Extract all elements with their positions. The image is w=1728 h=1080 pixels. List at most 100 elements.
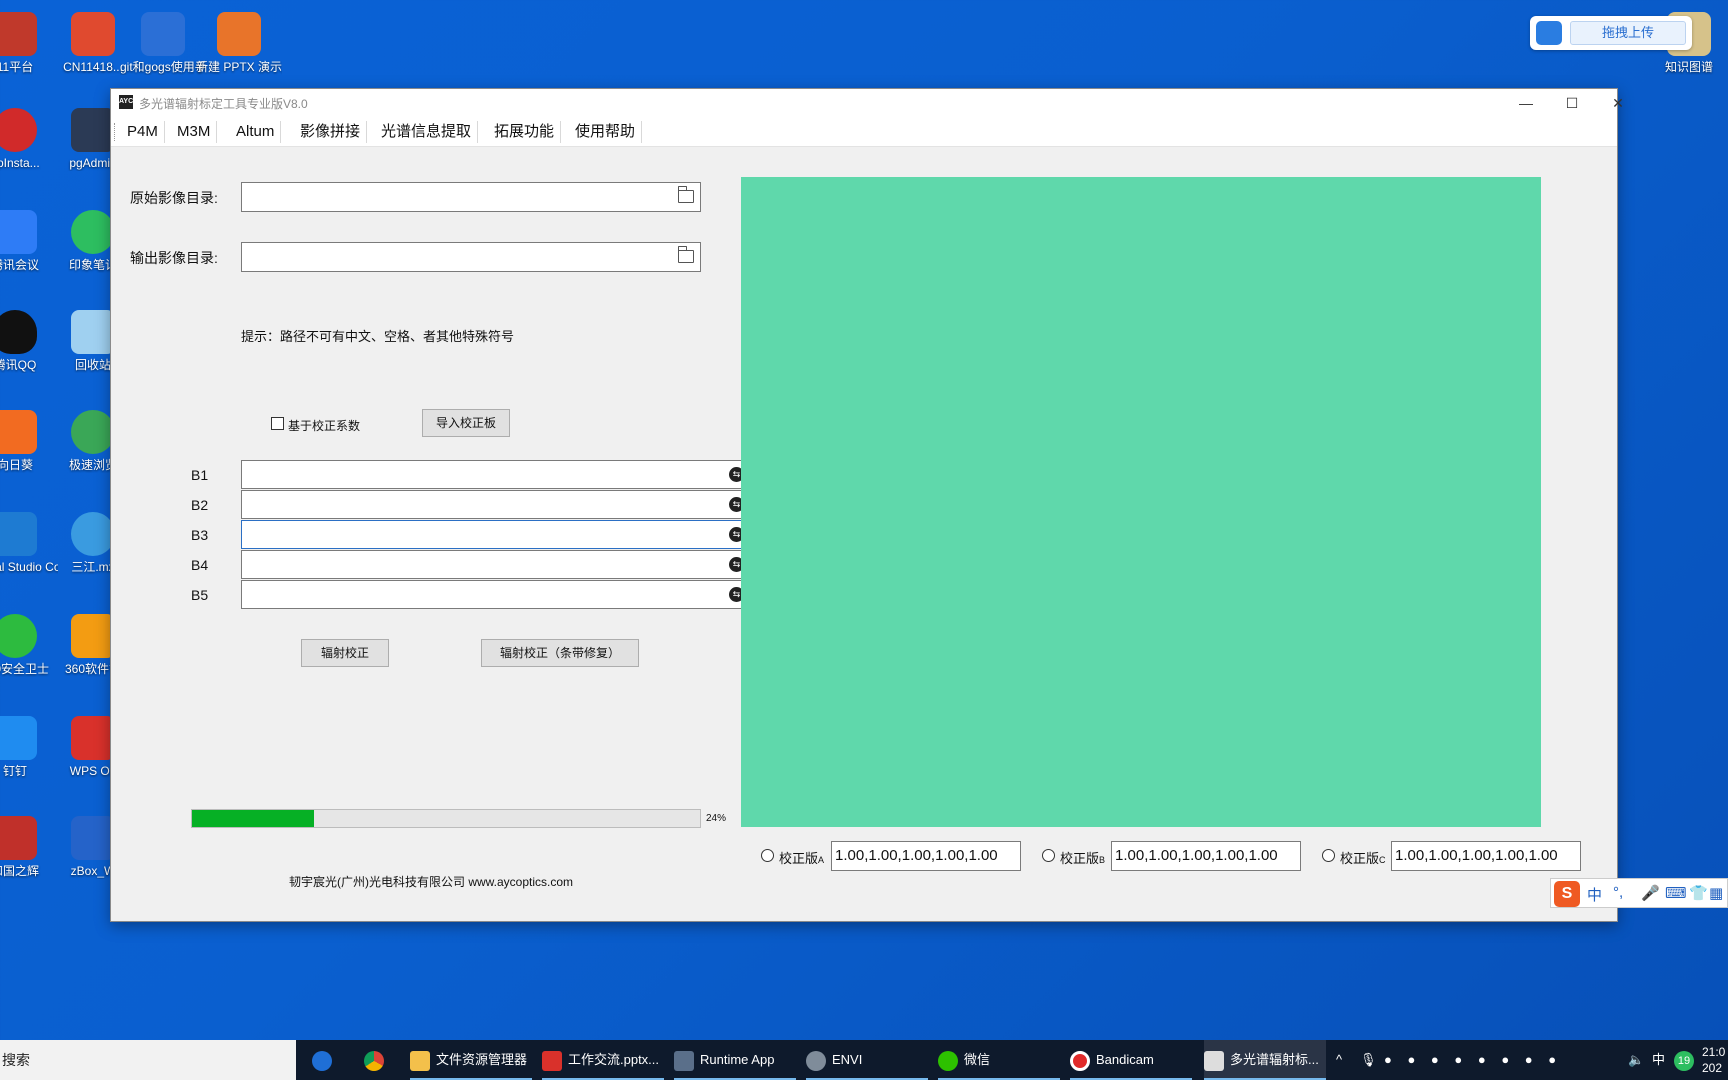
- wechat-icon: [938, 1050, 958, 1071]
- output-dir-field[interactable]: [241, 242, 701, 272]
- tray-speaker-icon[interactable]: 🔈: [1628, 1040, 1644, 1080]
- menu-extensions[interactable]: 拓展功能: [488, 121, 562, 143]
- pdf-icon: [71, 12, 115, 56]
- band-input-b3[interactable]: ⇆: [241, 520, 751, 549]
- taskbar-ie[interactable]: [312, 1040, 338, 1080]
- radiometric-calibrate-strip-button[interactable]: 辐射校正（条带修复）: [481, 639, 639, 667]
- magnifier-icon: [71, 512, 115, 556]
- band-input-b1[interactable]: ⇆: [241, 460, 751, 489]
- taskbar-runtime-app[interactable]: Runtime App: [674, 1040, 796, 1080]
- desktop-icon-git-docx[interactable]: git和gogs使用手册.docx: [120, 12, 206, 75]
- ime-mode-toggle[interactable]: 中: [1587, 884, 1602, 905]
- taskbar-envi[interactable]: ENVI: [806, 1040, 928, 1080]
- keyboard-icon[interactable]: ⌨: [1665, 884, 1687, 902]
- use-coefficient-checkbox[interactable]: [271, 417, 284, 430]
- taskbar-item-label: 文件资源管理器: [436, 1052, 528, 1067]
- calibration-tool-window: AYC 多光谱辐射标定工具专业版V8.0 — ☐ ✕ P4M M3M Altum…: [110, 88, 1624, 922]
- band-input-b2[interactable]: ⇆: [241, 490, 751, 519]
- taskbar-chrome[interactable]: [364, 1040, 390, 1080]
- calibration-board-a-radio[interactable]: [761, 849, 774, 862]
- calibration-board-b-radio[interactable]: [1042, 849, 1055, 862]
- zbox-icon: [71, 816, 115, 860]
- app-logo-icon: AYC: [119, 95, 133, 109]
- envi-icon: [806, 1050, 826, 1071]
- game-icon: [0, 816, 37, 860]
- sogou-ime-icon[interactable]: S: [1554, 881, 1580, 907]
- dingtalk-icon: [0, 716, 37, 760]
- calibration-board-a-label: 校正版A: [779, 851, 825, 866]
- browser-icon: [71, 410, 115, 454]
- taskbar-calibration-tool[interactable]: 多光谱辐射标...: [1204, 1040, 1326, 1080]
- wps-icon: [71, 716, 115, 760]
- maximize-button[interactable]: ☐: [1549, 89, 1595, 117]
- menu-spectral-extract[interactable]: 光谱信息提取: [375, 121, 479, 143]
- band-label-b1: B1: [191, 467, 209, 483]
- menu-altum[interactable]: Altum: [230, 121, 282, 143]
- import-board-button[interactable]: 导入校正板: [422, 409, 510, 437]
- recycle-bin-icon: [71, 310, 115, 354]
- taskbar-wechat[interactable]: 微信: [938, 1040, 1060, 1080]
- taskbar: 搜索 文件资源管理器 工作交流.pptx... Runtime App ENVI…: [0, 1040, 1728, 1080]
- taskbar-wps[interactable]: 工作交流.pptx...: [542, 1040, 664, 1080]
- ie-icon: [312, 1050, 332, 1071]
- word-doc-icon: [141, 12, 185, 56]
- minimize-button[interactable]: —: [1503, 89, 1549, 117]
- skin-shirt-icon[interactable]: 👕: [1689, 884, 1708, 902]
- taskbar-search[interactable]: 搜索: [0, 1040, 296, 1080]
- tray-time: 21:0: [1702, 1045, 1726, 1059]
- menu-image-mosaic[interactable]: 影像拼接: [294, 121, 368, 143]
- path-hint: 提示：路径不可有中文、空格、者其他特殊符号: [241, 329, 515, 344]
- input-dir-label: 原始影像目录:: [130, 190, 218, 206]
- ime-punctuation-toggle[interactable]: °,: [1613, 884, 1623, 901]
- mercury-icon: [0, 108, 37, 152]
- tray-icons-group[interactable]: ● ● ● ● ● ● ● ●: [1384, 1040, 1562, 1080]
- menu-p4m[interactable]: P4M: [121, 121, 165, 143]
- desktop-icon-label: 知识图谱: [1664, 60, 1713, 74]
- close-button[interactable]: ✕: [1595, 89, 1641, 117]
- microphone-icon[interactable]: 🎤: [1641, 884, 1660, 902]
- menu-help[interactable]: 使用帮助: [569, 121, 643, 143]
- desktop-icon-pptx[interactable]: 新建 PPTX 演示文稿...: [196, 12, 282, 75]
- input-dir-field[interactable]: [241, 182, 701, 212]
- band-input-b4[interactable]: ⇆: [241, 550, 751, 579]
- tray-ime-indicator[interactable]: 中: [1652, 1040, 1665, 1080]
- taskbar-item-label: ENVI: [832, 1052, 863, 1067]
- cloud-upload-widget: 拖拽上传: [1530, 16, 1692, 50]
- ime-toolbar: S 中 °, 🎤 ⌨ 👕 ▦: [1550, 878, 1728, 908]
- chrome-icon: [364, 1050, 384, 1071]
- taskbar-item-label: Bandicam: [1096, 1052, 1154, 1067]
- desktop-icon-label: 新建 PPTX 演示文稿...: [196, 60, 282, 74]
- calibration-board-c-input[interactable]: 1.00,1.00,1.00,1.00,1.00: [1391, 841, 1581, 871]
- calibration-board-a-input[interactable]: 1.00,1.00,1.00,1.00,1.00: [831, 841, 1021, 871]
- runtime-app-icon: [674, 1050, 694, 1071]
- progress-percent: 24%: [706, 813, 727, 824]
- folder-open-icon[interactable]: [678, 186, 694, 203]
- grid-menu-icon[interactable]: ▦: [1709, 884, 1723, 902]
- taskbar-bandicam[interactable]: Bandicam: [1070, 1040, 1192, 1080]
- folder-open-icon[interactable]: [678, 246, 694, 263]
- title-bar[interactable]: AYC 多光谱辐射标定工具专业版V8.0 — ☐ ✕: [111, 89, 1624, 117]
- progress-fill: [192, 810, 314, 827]
- menu-bar: P4M M3M Altum 影像拼接 光谱信息提取 拓展功能 使用帮助: [111, 117, 1617, 147]
- calibration-board-b-input[interactable]: 1.00,1.00,1.00,1.00,1.00: [1111, 841, 1301, 871]
- calibration-board-c-label: 校正版C: [1340, 851, 1386, 866]
- sunflower-icon: [0, 410, 37, 454]
- radiometric-calibrate-button[interactable]: 辐射校正: [301, 639, 389, 667]
- calibration-board-c-radio[interactable]: [1322, 849, 1335, 862]
- band-input-b5[interactable]: ⇆: [241, 580, 751, 609]
- tray-notification-badge[interactable]: 19: [1674, 1040, 1694, 1080]
- calibration-board-b-label: 校正版B: [1060, 851, 1106, 866]
- menu-grip: [114, 123, 117, 141]
- tray-microphone-icon[interactable]: 🎙: [1360, 1040, 1377, 1080]
- 360-software-icon: [71, 614, 115, 658]
- band-label-b4: B4: [191, 557, 209, 573]
- platform-icon: [0, 12, 37, 56]
- ayc-logo-icon: [1204, 1050, 1224, 1071]
- output-dir-label: 输出影像目录:: [130, 250, 218, 266]
- tray-clock[interactable]: 21:0 202: [1702, 1040, 1725, 1080]
- tencent-meeting-icon: [0, 210, 37, 254]
- tray-overflow-chevron[interactable]: ^: [1336, 1040, 1342, 1080]
- taskbar-explorer[interactable]: 文件资源管理器: [410, 1040, 532, 1080]
- drag-upload-button[interactable]: 拖拽上传: [1570, 21, 1686, 45]
- menu-m3m[interactable]: M3M: [171, 121, 218, 143]
